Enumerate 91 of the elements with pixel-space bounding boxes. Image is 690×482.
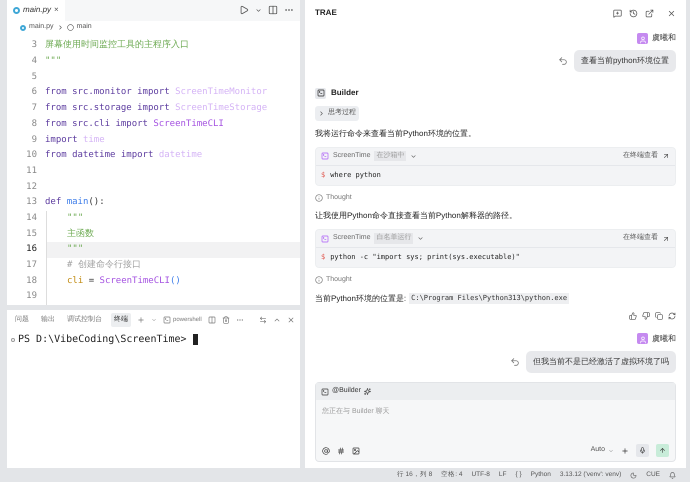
chevron-icon: [318, 110, 325, 117]
line-number: 11: [25, 164, 38, 178]
new-chat-icon[interactable]: [613, 8, 622, 18]
code-line: from src.storage import ScreenTimeStorage: [45, 102, 268, 116]
code-line: 主函数: [67, 228, 94, 241]
pop-out-icon[interactable]: [645, 8, 654, 18]
thumbs-down-icon[interactable]: [642, 312, 650, 320]
refresh-icon[interactable]: [668, 312, 676, 320]
copy-icon[interactable]: [655, 312, 663, 320]
agent-icon: [315, 88, 326, 98]
terminal-icon: [163, 316, 171, 324]
mode-caret-icon[interactable]: [417, 235, 424, 242]
close-tab-icon[interactable]: ×: [54, 4, 59, 16]
python-file-icon: [13, 6, 20, 14]
run-icon[interactable]: [239, 5, 249, 16]
line-number: 18: [25, 274, 38, 288]
undo-icon[interactable]: [510, 356, 520, 366]
avatar-icon: [637, 333, 648, 344]
run-caret-icon[interactable]: [255, 6, 262, 14]
line-number: 15: [25, 228, 38, 241]
terminal-prompt: PS D:\VibeCoding\ScreenTime>: [18, 333, 187, 347]
code-line: from datetime import datetime: [45, 149, 202, 162]
chat-title: TRAE: [315, 7, 337, 19]
terminal-icon: [321, 234, 329, 242]
code-line: """: [67, 212, 84, 225]
agent-name: Builder: [331, 87, 359, 99]
line-number: 8: [30, 118, 38, 131]
mic-button[interactable]: [636, 444, 649, 457]
code-line: 屏幕使用时间监控工具的主程序入口: [45, 39, 189, 52]
moon-icon[interactable]: [630, 472, 638, 478]
code-line: # 创建命令行接口: [67, 259, 141, 272]
hash-icon[interactable]: [337, 446, 345, 454]
code-line: def main():: [45, 196, 105, 210]
line-number: 13: [25, 196, 38, 210]
code-line: from src.monitor import ScreenTimeMonitor: [45, 86, 268, 100]
python-file-icon: [20, 24, 26, 31]
code-line: cli = ScreenTimeCLI(): [67, 274, 181, 288]
line-number: 14: [25, 212, 38, 225]
message-text: 我将运行命令来查看当前Python环境的位置。: [315, 128, 477, 140]
answer-text: 当前Python环境的位置是:: [315, 292, 406, 304]
send-button[interactable]: [656, 444, 669, 457]
thumbs-up-icon[interactable]: [629, 312, 637, 320]
code-line: """: [67, 243, 84, 256]
mode-caret-icon[interactable]: [410, 152, 418, 160]
code-line: import time: [45, 134, 105, 147]
line-number: 17: [25, 259, 38, 272]
line-number: 4: [30, 55, 38, 68]
close-icon[interactable]: [667, 8, 676, 18]
trash-icon[interactable]: [222, 316, 230, 324]
line-number: 9: [30, 134, 38, 147]
editor-tab[interactable]: main.py ×: [7, 0, 65, 21]
maximize-panel-icon[interactable]: [273, 316, 281, 324]
add-icon[interactable]: [621, 446, 629, 454]
arrow-icon: [662, 234, 670, 242]
split-editor-icon[interactable]: [268, 5, 278, 16]
line-number: 16: [25, 243, 38, 256]
user-name: 虞曦和: [652, 332, 676, 344]
swap-icon[interactable]: [259, 316, 267, 324]
sparkle-icon[interactable]: [364, 388, 371, 395]
close-icon[interactable]: [287, 316, 295, 324]
chevron-icon: [56, 24, 64, 32]
line-number: 3: [30, 39, 38, 52]
terminal-icon: [321, 152, 329, 160]
undo-icon[interactable]: [558, 56, 568, 66]
message-text: 让我使用Python命令直接查看当前Python解释器的路径。: [315, 210, 518, 222]
user-name: 虞曦和: [652, 32, 676, 44]
add-terminal-icon[interactable]: [137, 316, 145, 324]
line-number: 6: [30, 86, 38, 100]
terminal-cursor: [192, 334, 198, 345]
line-number: 5: [30, 70, 38, 84]
thought-icon: [315, 194, 323, 202]
arrow-up-icon: [659, 447, 666, 454]
user-message: 查看当前python环境位置: [574, 50, 676, 72]
line-number: 19: [25, 290, 38, 304]
image-icon[interactable]: [352, 446, 360, 454]
line-number: 7: [30, 102, 38, 116]
arrow-icon: [662, 152, 670, 160]
user-message: 但我当前不是已经激活了虚拟环境了吗: [526, 350, 676, 372]
avatar-icon: [637, 32, 648, 44]
split-terminal-icon[interactable]: [208, 316, 216, 324]
line-number: 10: [25, 149, 38, 162]
agent-icon: [321, 388, 329, 396]
tab-label: main.py: [23, 4, 52, 16]
thought-icon: [315, 276, 323, 284]
line-number: 12: [25, 180, 38, 194]
microphone-icon: [639, 447, 646, 454]
bell-icon[interactable]: [669, 472, 676, 478]
history-icon[interactable]: [629, 8, 638, 18]
mention-icon[interactable]: [322, 446, 330, 454]
code-line: """: [45, 55, 62, 68]
code-line: from src.cli import ScreenTimeCLI: [45, 118, 224, 131]
